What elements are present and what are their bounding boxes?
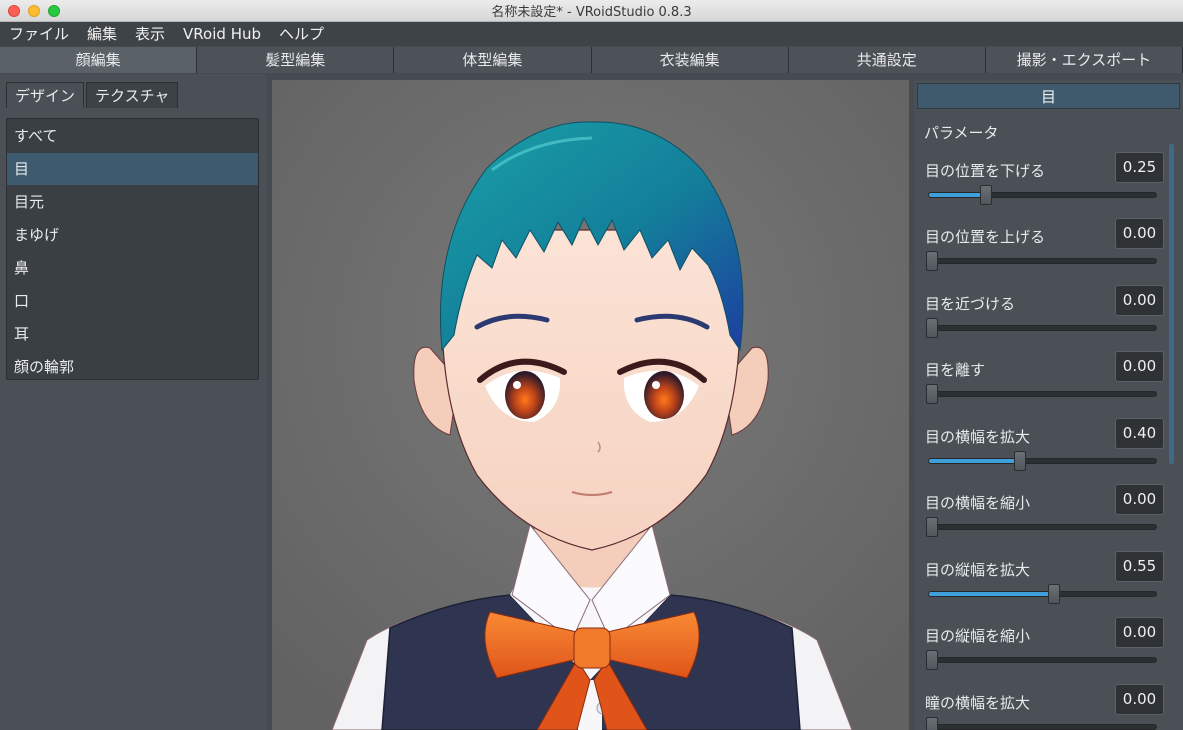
param-label: 目の横幅を縮小	[925, 494, 1031, 512]
param-label: 目の位置を上げる	[925, 228, 1046, 246]
window-title: 名称未設定* - VRoidStudio 0.8.3	[491, 5, 692, 20]
param-label: 目の縦幅を拡大	[925, 561, 1031, 579]
tab-design[interactable]: デザイン	[6, 82, 85, 108]
param-label: 瞳の横幅を拡大	[925, 694, 1031, 712]
param-label: 目の縦幅を縮小	[925, 627, 1031, 645]
param-value-input[interactable]: 0.00	[1115, 684, 1164, 715]
category-item-eyes[interactable]: 目	[7, 153, 258, 185]
param-value-input[interactable]: 0.00	[1115, 351, 1164, 382]
param-slider[interactable]	[928, 185, 1157, 205]
slider-handle[interactable]	[926, 318, 939, 338]
param-label: 目を離す	[925, 361, 986, 379]
category-item-eyebrows[interactable]: まゆげ	[7, 219, 258, 251]
param-value-input[interactable]: 0.00	[1115, 484, 1164, 515]
param-eye-width-down: 目の横幅を縮小 0.00	[914, 484, 1174, 550]
tab-face-edit[interactable]: 顔編集	[0, 47, 198, 73]
param-slider[interactable]	[926, 650, 1157, 670]
category-item-eye-area[interactable]: 目元	[7, 186, 258, 218]
tab-hair-edit[interactable]: 髪型編集	[197, 47, 395, 73]
slider-fill	[929, 193, 986, 197]
param-slider[interactable]	[926, 717, 1157, 730]
param-slider[interactable]	[926, 251, 1157, 271]
param-eye-height-up: 目の縦幅を拡大 0.55	[914, 551, 1174, 617]
param-label: 目の位置を下げる	[925, 162, 1046, 180]
zoom-window-button[interactable]	[48, 5, 60, 17]
param-eye-closer: 目を近づける 0.00	[914, 285, 1174, 351]
window-controls	[8, 5, 60, 17]
param-eye-apart: 目を離す 0.00	[914, 351, 1174, 417]
slider-fill	[929, 459, 1020, 463]
tab-body-edit[interactable]: 体型編集	[394, 47, 592, 73]
sub-tabs: デザイン テクスチャ	[6, 82, 179, 108]
minimize-window-button[interactable]	[28, 5, 40, 17]
slider-handle[interactable]	[1047, 584, 1060, 604]
param-value-input[interactable]: 0.00	[1115, 285, 1164, 316]
param-eye-lower: 目の位置を下げる 0.25	[914, 152, 1174, 218]
category-item-face-contour[interactable]: 顔の輪郭	[7, 351, 258, 383]
window-titlebar: 名称未設定* - VRoidStudio 0.8.3	[0, 0, 1183, 22]
category-item-nose[interactable]: 鼻	[7, 252, 258, 284]
menu-view[interactable]: 表示	[126, 22, 174, 46]
slider-handle[interactable]	[1013, 451, 1026, 471]
param-eye-width-up: 目の横幅を拡大 0.40	[914, 418, 1174, 484]
menu-vroid-hub[interactable]: VRoid Hub	[174, 22, 270, 46]
param-slider[interactable]	[926, 384, 1157, 404]
param-pupil-width-up: 瞳の横幅を拡大 0.00	[914, 684, 1174, 730]
category-item-mouth[interactable]: 口	[7, 285, 258, 317]
tab-texture[interactable]: テクスチャ	[86, 82, 179, 108]
param-value-input[interactable]: 0.40	[1115, 418, 1164, 449]
section-title: パラメータ	[924, 124, 999, 142]
slider-handle[interactable]	[926, 717, 939, 730]
main-tabs: 顔編集 髪型編集 体型編集 衣装編集 共通設定 撮影・エクスポート	[0, 47, 1183, 73]
character-preview	[272, 80, 909, 730]
param-value-input[interactable]: 0.55	[1115, 551, 1164, 582]
param-slider[interactable]	[926, 318, 1157, 338]
menu-file[interactable]: ファイル	[0, 22, 78, 46]
category-item-all[interactable]: すべて	[7, 120, 258, 152]
slider-fill	[929, 592, 1054, 596]
param-label: 目を近づける	[925, 295, 1016, 313]
tab-common-settings[interactable]: 共通設定	[788, 47, 986, 73]
category-item-ears[interactable]: 耳	[7, 318, 258, 350]
slider-handle[interactable]	[979, 185, 992, 205]
param-eye-height-down: 目の縦幅を縮小 0.00	[914, 617, 1174, 683]
menu-bar: ファイル 編集 表示 VRoid Hub ヘルプ	[0, 22, 1183, 46]
category-list: すべて 目 目元 まゆげ 鼻 口 耳 顔の輪郭	[6, 118, 259, 380]
param-slider[interactable]	[928, 451, 1157, 471]
3d-viewport[interactable]	[272, 80, 909, 730]
param-slider[interactable]	[926, 517, 1157, 537]
param-eye-raise: 目の位置を上げる 0.00	[914, 218, 1174, 284]
right-panel: 目 パラメータ 目の位置を下げる 0.25 目の位置を上げる 0.00 目を近づ…	[914, 80, 1183, 730]
menu-help[interactable]: ヘルプ	[270, 22, 333, 46]
slider-handle[interactable]	[926, 384, 939, 404]
tab-photo-export[interactable]: 撮影・エクスポート	[985, 47, 1183, 73]
close-window-button[interactable]	[8, 5, 20, 17]
tab-outfit-edit[interactable]: 衣装編集	[591, 47, 789, 73]
param-value-input[interactable]: 0.00	[1115, 617, 1164, 648]
param-label: 目の横幅を拡大	[925, 428, 1031, 446]
slider-handle[interactable]	[926, 650, 939, 670]
param-value-input[interactable]: 0.25	[1115, 152, 1164, 183]
left-panel: デザイン テクスチャ すべて 目 目元 まゆげ 鼻 口 耳 顔の輪郭	[0, 74, 266, 730]
param-slider[interactable]	[928, 584, 1157, 604]
param-value-input[interactable]: 0.00	[1115, 218, 1164, 249]
slider-handle[interactable]	[926, 251, 939, 271]
params-scrollbar[interactable]	[1169, 144, 1174, 464]
menu-edit[interactable]: 編集	[78, 22, 126, 46]
slider-handle[interactable]	[926, 517, 939, 537]
panel-header: 目	[917, 83, 1180, 109]
